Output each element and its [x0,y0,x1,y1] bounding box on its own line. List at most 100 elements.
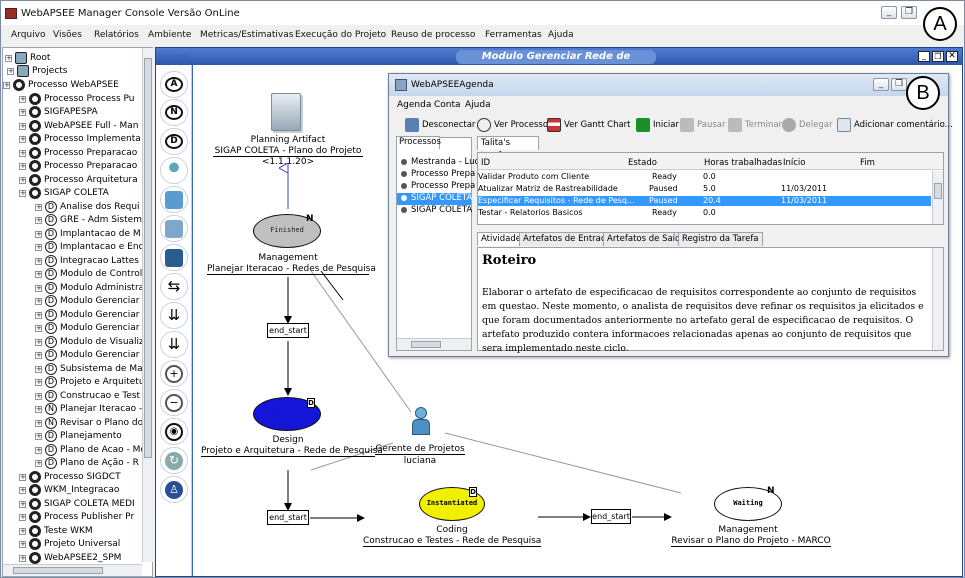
agenda-menu-agenda[interactable]: Agenda [397,100,431,110]
expand-icon[interactable]: + [35,352,42,359]
agenda-minimize-button[interactable]: _ [873,78,889,91]
expand-icon[interactable]: + [35,460,42,467]
zoom-in-tool[interactable]: + [160,360,188,387]
agent-tool[interactable] [160,157,188,184]
table-row[interactable]: Validar Produto com Cliente Ready 0.0 [478,172,931,182]
expand-icon[interactable]: + [19,541,26,548]
process-item[interactable]: Processo Prepa [401,169,475,181]
tab-processos[interactable]: Processos [396,136,441,149]
expand-icon[interactable]: + [35,257,42,265]
table-row[interactable]: Testar - Relatorios Basicos Ready 0.0 [478,208,931,218]
activity-a-tool[interactable]: A [160,71,188,98]
expand-icon[interactable]: + [35,298,42,305]
menu-ambiente[interactable]: Ambiente [148,30,191,40]
join-connection-tool[interactable]: ⇊ [160,331,188,358]
process-item[interactable]: Mestranda - Luc [401,157,479,169]
tree-horizontal-scrollbar[interactable] [3,564,142,576]
menu-arquivo[interactable]: Arquivo [11,30,45,40]
expand-icon[interactable]: + [35,325,42,332]
column-header[interactable]: Estado [628,158,657,168]
column-header[interactable]: Horas trabalhadas [704,158,782,168]
expand-icon[interactable]: + [35,217,42,224]
menu-visoes[interactable]: Visões [53,30,82,40]
agenda-menu-ajuda[interactable]: Ajuda [465,100,491,110]
expand-icon[interactable]: + [35,379,42,386]
expand-icon[interactable]: + [19,514,26,521]
description-scrollbar[interactable] [932,248,943,350]
expand-icon[interactable]: + [35,419,42,427]
tab-artefatos-entrada[interactable]: Artefatos de Entrada [519,232,616,246]
column-header[interactable]: ID [481,158,490,168]
tree-vertical-scrollbar[interactable] [142,48,153,562]
activity-d-tool[interactable]: D [160,128,188,155]
expand-icon[interactable]: + [19,149,26,157]
expand-icon[interactable]: + [7,68,14,75]
menu-metricas[interactable]: Metricas/Estimativas [200,30,293,40]
expand-icon[interactable]: + [19,487,26,494]
expand-icon[interactable]: + [19,500,26,508]
module-minimize-button[interactable]: _ [918,51,930,62]
expand-icon[interactable]: + [35,271,42,278]
expand-icon[interactable]: + [35,406,42,413]
delegar-button[interactable]: Delegar [782,117,832,133]
tab-atividade[interactable]: Atividade [477,232,525,246]
ver-processo-button[interactable]: Ver Processo [477,117,548,133]
adicionar-comentario-button[interactable]: Adicionar comentário... [837,117,953,133]
agenda-menu-conta[interactable]: Conta [434,100,461,110]
expand-icon[interactable]: + [35,365,42,373]
menu-relatorios[interactable]: Relatórios [94,30,139,40]
expand-icon[interactable]: + [19,527,26,535]
document-icon[interactable] [271,93,301,131]
expand-icon[interactable]: + [35,230,42,238]
process-item[interactable]: SIGAP COLETA [401,205,472,217]
expand-icon[interactable]: + [19,163,26,170]
ver-gantt-button[interactable]: Ver Gantt Chart [547,117,631,133]
expand-icon[interactable]: + [19,473,26,481]
sequence-connection-tool[interactable]: ⇊ [160,302,188,329]
tab-registro-tarefa[interactable]: Registro da Tarefa [678,232,763,246]
expand-icon[interactable]: + [19,136,26,143]
expand-icon[interactable]: + [35,203,42,211]
expand-icon[interactable]: + [19,554,26,562]
expand-icon[interactable]: + [19,109,26,116]
expand-icon[interactable]: + [5,55,12,62]
expand-icon[interactable]: + [35,338,42,346]
refresh-tool[interactable]: ↻ [160,447,188,474]
help-tool[interactable]: ♙ [160,476,188,503]
machine-tool[interactable] [160,244,188,271]
menu-reuso[interactable]: Reuso de processo [391,30,475,40]
group-tool[interactable] [160,186,188,213]
expand-icon[interactable]: + [35,446,42,454]
menu-ferramentas[interactable]: Ferramentas [485,30,542,40]
expand-icon[interactable]: + [35,311,42,319]
process-item[interactable]: Processo Prepa [401,181,475,193]
restore-button[interactable]: ❐ [901,6,917,19]
activity-n-tool[interactable]: N [160,99,188,126]
process-list-scrollbar[interactable] [397,338,471,350]
tab-artefatos-saida[interactable]: Artefatos de Saída [603,232,690,246]
column-header[interactable]: Início [783,158,806,168]
connection-end-start[interactable]: end_start [591,509,631,524]
flow-connection-tool[interactable]: ⇆ [160,273,188,300]
scroll-thumb[interactable] [13,567,103,574]
pausar-button[interactable]: Pausar [680,117,725,133]
menu-ajuda[interactable]: Ajuda [548,30,574,40]
menu-execucao[interactable]: Execução do Projeto [295,30,386,40]
table-row-selected[interactable]: Especificar Requisitos - Rede de Pesq...… [478,196,931,206]
expand-icon[interactable]: + [19,122,26,130]
expand-icon[interactable]: + [3,82,10,89]
connection-end-start[interactable]: end_start [267,510,309,525]
column-header[interactable]: Fim [860,158,875,168]
agent-person-icon[interactable] [407,405,435,439]
scroll-thumb[interactable] [144,58,152,458]
connection-end-start[interactable]: end_start [267,323,309,338]
resource-tool[interactable] [160,215,188,242]
table-scrollbar[interactable] [932,171,943,224]
expand-icon[interactable]: + [19,95,26,103]
terminar-button[interactable]: Terminar [728,117,782,133]
module-restore-button[interactable]: ❐ [932,51,944,62]
expand-icon[interactable]: + [35,284,42,292]
tab-talitas-tarefas[interactable]: Talita's tarefas [477,136,539,161]
iniciar-button[interactable]: Iniciar [636,117,679,133]
agenda-restore-button[interactable]: ❐ [891,78,907,91]
